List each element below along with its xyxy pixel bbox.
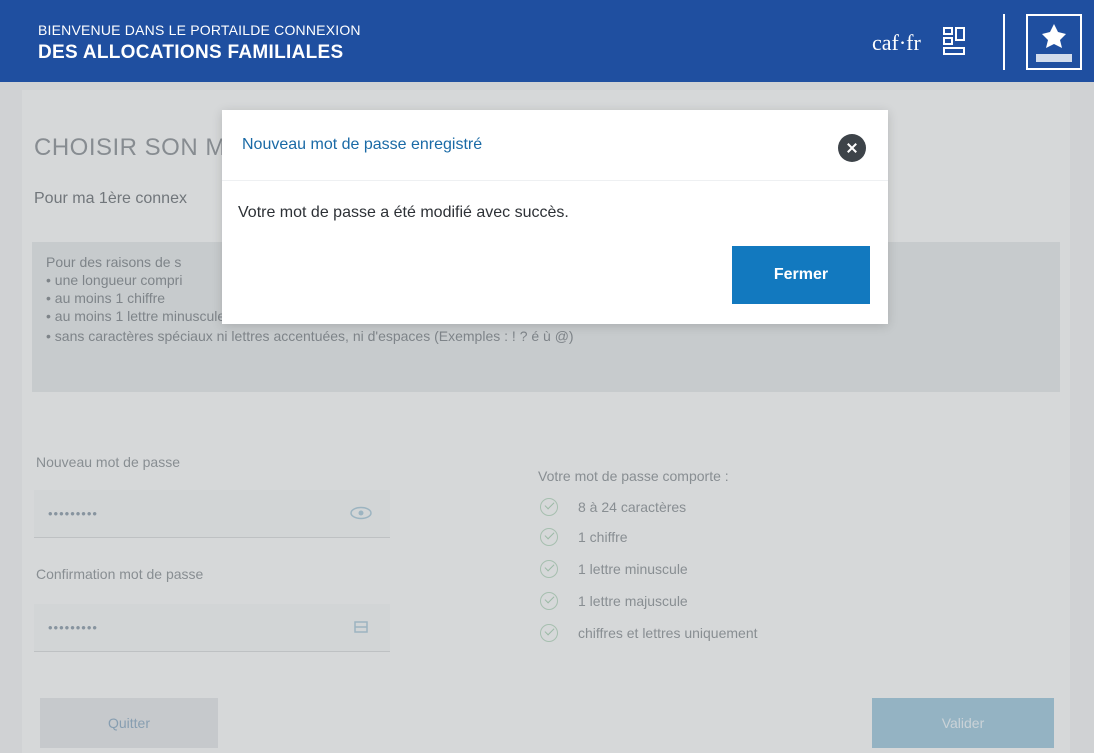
header-separator bbox=[1003, 14, 1005, 70]
site-header: BIENVENUE DANS LE PORTAILDE CONNEXION DE… bbox=[0, 0, 1094, 82]
close-icon[interactable] bbox=[838, 134, 866, 162]
modal-divider bbox=[222, 180, 888, 181]
republique-francaise-logo-icon bbox=[1026, 14, 1082, 70]
header-title: DES ALLOCATIONS FAMILIALES bbox=[38, 42, 344, 63]
modal-title: Nouveau mot de passe enregistré bbox=[242, 136, 483, 153]
partner-logo-icon bbox=[943, 27, 965, 55]
header-welcome-line: BIENVENUE DANS LE PORTAILDE CONNEXION bbox=[38, 22, 361, 38]
success-modal: Nouveau mot de passe enregistré Votre mo… bbox=[222, 110, 888, 324]
close-button[interactable]: Fermer bbox=[732, 246, 870, 304]
caf-logo: caf·fr bbox=[872, 30, 921, 55]
modal-message: Votre mot de passe a été modifié avec su… bbox=[238, 204, 569, 221]
